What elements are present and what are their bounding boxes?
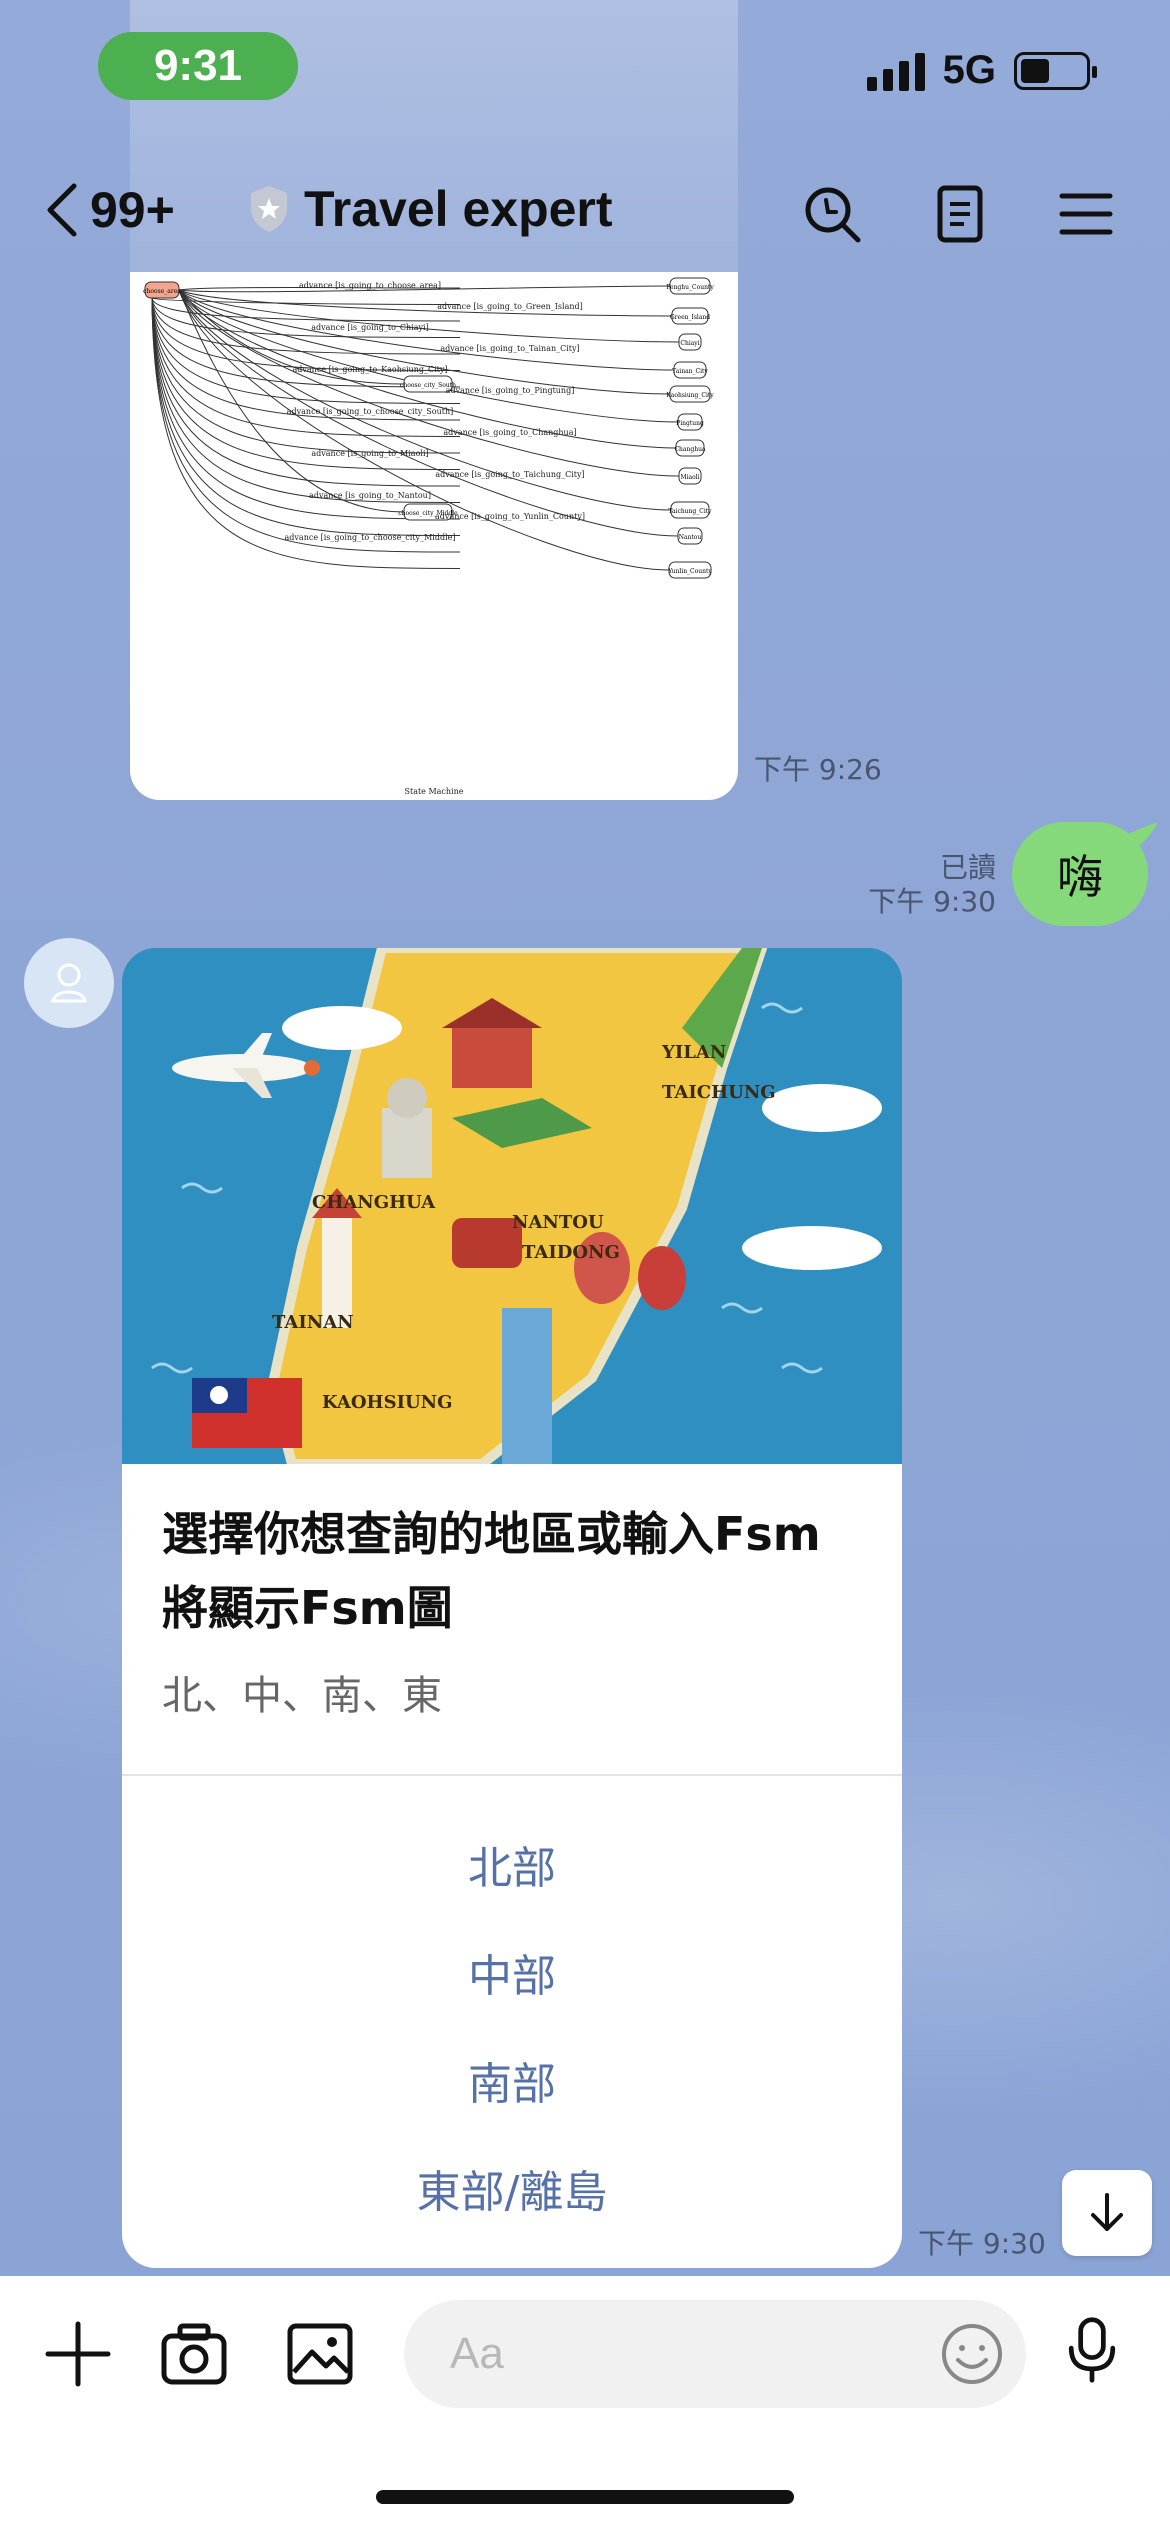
hero-place-label: KAOHSIUNG [322, 1392, 453, 1413]
action-north[interactable]: 北部 [122, 1832, 902, 1896]
sent-message-bubble[interactable]: 嗨 [1012, 822, 1148, 926]
diagram-edge-label: advance [is_going_to_Nantou] [309, 491, 431, 500]
diagram-return-edge [151, 297, 461, 305]
diagram-edge-label: advance [is_going_to_Changhua] [443, 428, 576, 437]
status-time: 9:31 [98, 32, 298, 100]
search-icon[interactable] [800, 182, 864, 246]
state-machine-image[interactable]: choose_area Penghu_County Green_Island Chia… [130, 272, 738, 800]
diagram-node-label: Tainan_City [672, 368, 708, 375]
diagram-edge-label: advance [is_going_to_choose_area] [299, 281, 441, 290]
action-east-islands[interactable]: 東部/離島 [122, 2156, 902, 2220]
hero-place-label: TAIDONG [522, 1242, 620, 1263]
card-divider [122, 1774, 902, 1776]
hero-place-label: NANTOU [512, 1212, 604, 1233]
diagram-timestamp: 下午 9:26 [754, 753, 882, 786]
taiwan-map-image: YILAN TAICHUNG CHANGHUA NANTOU TAIDONG TAINAN… [122, 948, 902, 1464]
action-south[interactable]: 南部 [122, 2048, 902, 2112]
state-diagram: choose_area Penghu_County Green_Island Chia… [143, 277, 714, 796]
diagram-node-label: choose_area [143, 288, 181, 295]
arrow-down-icon [1091, 2193, 1123, 2231]
diagram-edge-label: advance [is_going_to_Tainan_City] [440, 344, 579, 353]
diagram-node-label: Miaoli [680, 474, 699, 481]
diagram-edge-label: advance [is_going_to_Miaoli] [311, 449, 428, 458]
diagram-edge-label: advance [is_going_to_Pingtung] [446, 386, 575, 395]
hero-place-label: CHANGHUA [312, 1192, 436, 1213]
diagram-edge-label: advance [is_going_to_Green_Island] [437, 302, 583, 311]
diagram-node-4: Tainan_City [672, 361, 708, 379]
hero-place-label: YILAN [661, 1042, 726, 1063]
microphone-icon[interactable] [1058, 2316, 1126, 2384]
diagram-node-3: Chiayi [678, 333, 702, 351]
unread-count: 99+ [90, 182, 175, 238]
home-indicator [376, 2490, 794, 2504]
avatar[interactable] [24, 938, 114, 1028]
diagram-node-label: Taichung_City [668, 508, 712, 515]
diagram-node-7: Changhua [674, 439, 706, 457]
diagram-node-6: Pingtung [676, 413, 704, 431]
diagram-node-label: Chiayi [680, 340, 699, 347]
scroll-to-bottom-button[interactable] [1062, 2170, 1152, 2256]
taiwan-map-illustration: YILAN TAICHUNG CHANGHUA NANTOU TAIDONG TAINAN… [122, 948, 902, 1464]
plus-icon[interactable] [44, 2320, 112, 2388]
diagram-edge-label: advance [is_going_to_choose_city_South] [287, 407, 454, 416]
diagram-node-label: Pingtung [676, 420, 704, 427]
network-label: 5G [942, 48, 996, 92]
diagram-node-0: choose_area [143, 281, 181, 299]
card-title: 選擇你想查詢的地區或輸入Fsm 將顯示Fsm圖 [162, 1498, 862, 1645]
emoji-icon[interactable] [938, 2320, 1006, 2388]
notes-icon[interactable] [928, 182, 992, 246]
card-subtitle: 北、中、南、東 [162, 1673, 442, 1720]
battery-icon [1014, 51, 1097, 90]
diagram-node-label: Changhua [674, 446, 705, 453]
action-central[interactable]: 中部 [122, 1940, 902, 2004]
diagram-node-10: Nantou [677, 527, 703, 545]
region-select-card: YILAN TAICHUNG CHANGHUA NANTOU TAIDONG TAINAN… [122, 948, 902, 2268]
hero-place-label: TAICHUNG [662, 1082, 776, 1103]
shield-star-icon [251, 186, 287, 232]
diagram-edge-label: advance [is_going_to_Yunlin_County] [435, 512, 585, 521]
diagram-node-label: Kaohsiung_City [666, 392, 714, 399]
diagram-node-label: Penghu_County [666, 284, 714, 291]
camera-icon[interactable] [160, 2320, 228, 2388]
sent-timestamp: 下午 9:30 [868, 885, 996, 918]
diagram-edge-label: advance [is_going_to_Chiayi] [311, 323, 428, 332]
diagram-node-9: Taichung_City [668, 501, 712, 519]
chat-header: 99+ Travel expert [0, 160, 1170, 270]
signal-icon [866, 51, 925, 91]
status-indicators: 5G [866, 48, 1097, 93]
diagram-node-5: Kaohsiung_City [666, 385, 714, 403]
diagram-node-8: Miaoli [678, 467, 702, 485]
diagram-edge-label: advance [is_going_to_choose_city_Middle] [285, 533, 456, 542]
menu-icon[interactable] [1054, 182, 1118, 246]
diagram-node-2: Green_Island [670, 307, 710, 325]
diagram-edge-label: advance [is_going_to_Taichung_City] [435, 470, 584, 479]
card-title-line2: 將顯示Fsm圖 [162, 1580, 453, 1635]
back-button[interactable]: 99+ [40, 178, 175, 242]
diagram-node-11: Yunlin_County [667, 561, 712, 579]
diagram-edge-label: advance [is_going_to_Kaohsiung_City] [292, 365, 447, 374]
diagram-caption: State Machine [405, 787, 464, 796]
person-icon [51, 963, 87, 1003]
card-timestamp: 下午 9:30 [918, 2227, 1046, 2260]
chat-title: Travel expert [304, 181, 613, 237]
hero-place-label: TAINAN [272, 1312, 354, 1333]
card-title-line1: 選擇你想查詢的地區或輸入Fsm [162, 1507, 821, 1561]
image-icon[interactable] [286, 2320, 354, 2388]
diagram-node-label: Green_Island [670, 314, 710, 321]
diagram-node-label: Nantou [679, 534, 702, 541]
message-input[interactable] [404, 2300, 1026, 2408]
diagram-edge [178, 289, 670, 571]
chat-title-area[interactable]: Travel expert [248, 180, 613, 238]
diagram-node-1: Penghu_County [666, 277, 714, 295]
diagram-node-label: Yunlin_County [667, 568, 712, 575]
chevron-left-icon [47, 183, 77, 237]
card-body: 選擇你想查詢的地區或輸入Fsm 將顯示Fsm圖 北、中、南、東 [122, 1464, 902, 1721]
